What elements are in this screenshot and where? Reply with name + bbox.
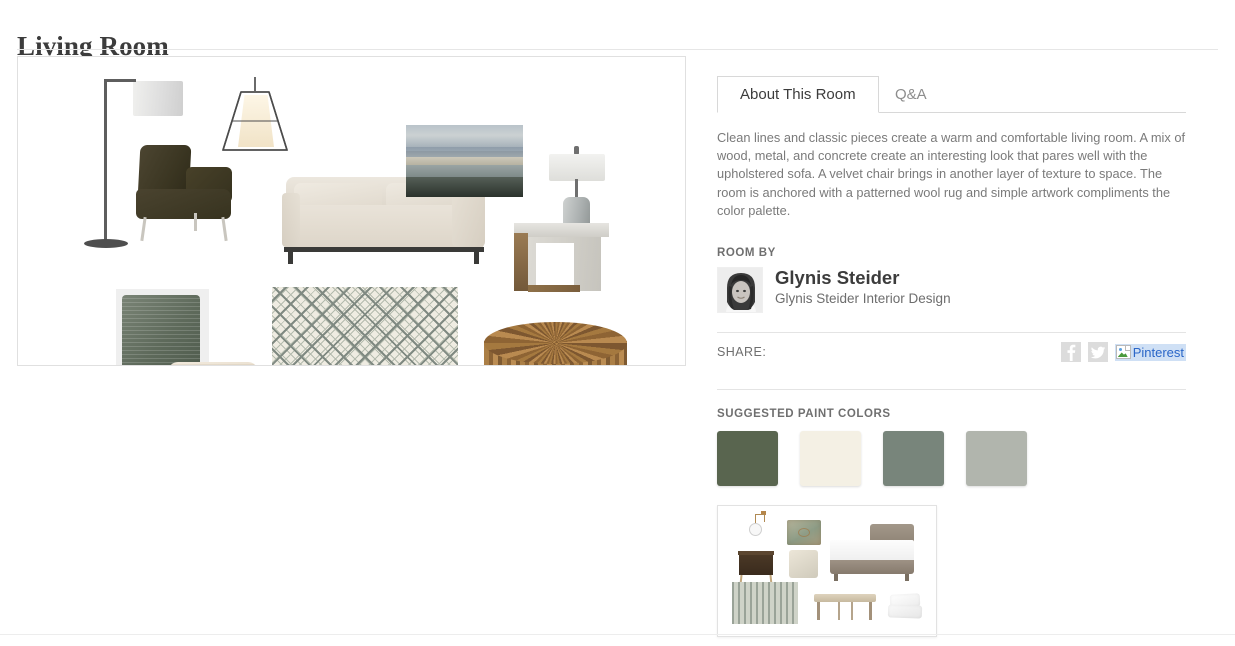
abstract-seascape-artwork-icon: [406, 125, 523, 197]
pinterest-icon[interactable]: Pinterest: [1114, 343, 1186, 361]
facebook-icon[interactable]: [1060, 342, 1081, 363]
designer-name: Glynis Steider: [775, 267, 900, 289]
share-section: SHARE: Pinterest: [717, 333, 1186, 371]
room-by-label: ROOM BY: [717, 247, 776, 260]
designer-company: Glynis Steider Interior Design: [775, 291, 951, 307]
twitter-icon[interactable]: [1087, 342, 1108, 363]
title-divider: [17, 49, 1218, 50]
striped-area-rug-icon: [732, 582, 798, 625]
wood-bench-icon: [814, 594, 876, 603]
paint-swatch-group: [717, 431, 1186, 487]
living-room-mood-board[interactable]: [17, 56, 686, 366]
share-label: SHARE:: [717, 345, 767, 360]
tab-bar: About This Room Q&A: [717, 76, 1186, 113]
cream-lumbar-pillow-icon: [168, 362, 258, 365]
related-bedroom-board[interactable]: [717, 505, 937, 638]
tab-qa[interactable]: Q&A: [872, 76, 950, 113]
share-icon-group: Pinterest: [1060, 342, 1186, 363]
room-description: Clean lines and classic pieces create a …: [717, 130, 1186, 218]
paint-swatch-sage-green[interactable]: [883, 431, 944, 487]
paint-swatch-light-gray-green[interactable]: [966, 431, 1027, 487]
suggested-paint-colors-section: SUGGESTED PAINT COLORS: [717, 408, 1186, 487]
tab-about-this-room[interactable]: About This Room: [717, 76, 879, 113]
room-detail-page: Living Room About This Room Q&A Clean li…: [0, 0, 1235, 646]
paint-swatch-cream-white[interactable]: [800, 431, 861, 487]
footer-divider: [0, 634, 1235, 635]
mood-board-canvas: [18, 57, 685, 365]
neutral-square-pillow-icon: [789, 550, 818, 579]
broken-image-icon: [1115, 345, 1131, 360]
designer-text: Glynis Steider Glynis Steider Interior D…: [775, 267, 951, 308]
patterned-wool-rug-icon: [272, 287, 458, 365]
paint-swatch-dark-olive-green[interactable]: [717, 431, 778, 487]
pinterest-alt-text: Pinterest: [1132, 344, 1184, 360]
avatar: [717, 267, 763, 314]
room-info-panel: About This Room Q&A Clean lines and clas…: [717, 76, 1186, 638]
green-square-pillow-icon: [122, 295, 200, 365]
room-by-section: ROOM BY Glynis Steider Glynis Steider In…: [717, 247, 1186, 314]
suggested-paint-colors-label: SUGGESTED PAINT COLORS: [717, 408, 891, 421]
divider-after-share: [717, 389, 1186, 391]
designer-card[interactable]: Glynis Steider Glynis Steider Interior D…: [717, 267, 1186, 314]
